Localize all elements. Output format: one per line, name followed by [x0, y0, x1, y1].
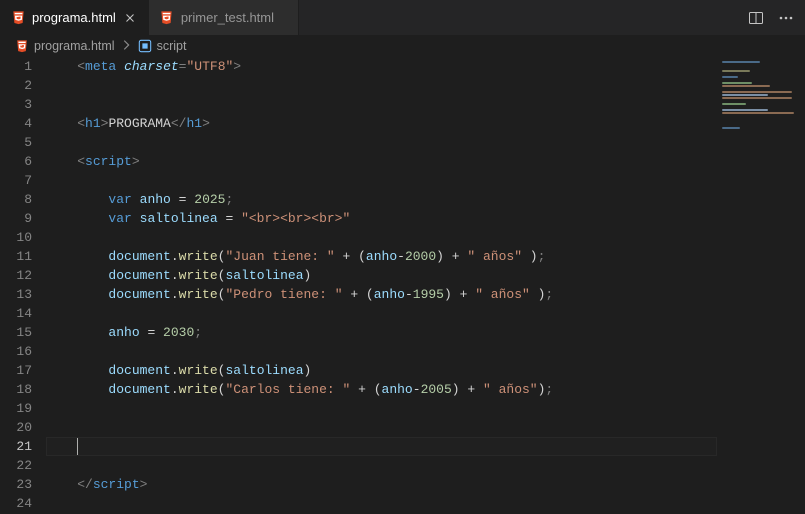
code-line[interactable]: anho = 2030; — [46, 323, 717, 342]
minimap-line — [722, 82, 752, 84]
code-line[interactable] — [46, 133, 717, 152]
code-line[interactable]: <meta charset="UTF8"> — [46, 57, 717, 76]
line-number: 12 — [0, 266, 32, 285]
line-number: 15 — [0, 323, 32, 342]
code-line[interactable]: </script> — [46, 475, 717, 494]
code-line[interactable] — [46, 304, 717, 323]
code-line[interactable]: document.write("Carlos tiene: " + (anho-… — [46, 380, 717, 399]
minimap-line — [722, 97, 792, 99]
line-number: 21 — [0, 437, 32, 456]
code-line[interactable] — [46, 171, 717, 190]
tab-primer_test-html[interactable]: primer_test.html — [149, 0, 299, 35]
html5-icon — [159, 10, 175, 26]
tabbar-actions — [737, 0, 805, 35]
text-cursor — [77, 438, 78, 455]
line-number: 3 — [0, 95, 32, 114]
code-line[interactable] — [46, 399, 717, 418]
code-editor[interactable]: 123456789101112131415161718192021222324 … — [0, 57, 717, 514]
code-line[interactable] — [46, 342, 717, 361]
html5-icon — [10, 10, 26, 26]
editor-area: 123456789101112131415161718192021222324 … — [0, 57, 805, 514]
line-number: 23 — [0, 475, 32, 494]
tab-bar: programa.html primer_test.html — [0, 0, 805, 35]
breadcrumb-file[interactable]: programa.html — [34, 39, 115, 53]
code-line[interactable] — [46, 456, 717, 475]
more-actions-icon[interactable] — [775, 7, 797, 29]
line-number: 19 — [0, 399, 32, 418]
line-number-gutter: 123456789101112131415161718192021222324 — [0, 57, 46, 514]
line-number: 2 — [0, 76, 32, 95]
minimap-line — [722, 112, 794, 114]
code-content[interactable]: <meta charset="UTF8"> <h1>PROGRAMA</h1> … — [46, 57, 717, 514]
line-number: 8 — [0, 190, 32, 209]
line-number: 17 — [0, 361, 32, 380]
line-number: 6 — [0, 152, 32, 171]
chevron-right-icon — [119, 38, 133, 55]
line-number: 11 — [0, 247, 32, 266]
line-number: 10 — [0, 228, 32, 247]
line-number: 4 — [0, 114, 32, 133]
code-line[interactable] — [46, 76, 717, 95]
minimap-line — [722, 94, 768, 96]
tabbar-spacer — [299, 0, 737, 35]
line-number: 20 — [0, 418, 32, 437]
minimap-line — [722, 103, 746, 105]
split-editor-icon[interactable] — [745, 7, 767, 29]
line-number: 18 — [0, 380, 32, 399]
line-number: 1 — [0, 57, 32, 76]
minimap-line — [722, 91, 792, 93]
tab-label: programa.html — [32, 10, 116, 25]
minimap-line — [722, 76, 738, 78]
html5-icon — [14, 38, 30, 54]
line-number: 5 — [0, 133, 32, 152]
code-line[interactable] — [46, 437, 717, 456]
code-line[interactable] — [46, 95, 717, 114]
code-line[interactable] — [46, 228, 717, 247]
code-line[interactable]: document.write("Pedro tiene: " + (anho-1… — [46, 285, 717, 304]
minimap-line — [722, 85, 770, 87]
minimap[interactable] — [717, 57, 805, 514]
code-line[interactable]: <script> — [46, 152, 717, 171]
tab-programa-html[interactable]: programa.html — [0, 0, 149, 35]
line-number: 13 — [0, 285, 32, 304]
line-number: 16 — [0, 342, 32, 361]
line-number: 14 — [0, 304, 32, 323]
minimap-line — [722, 70, 750, 72]
code-line[interactable]: document.write(saltolinea) — [46, 361, 717, 380]
line-number: 24 — [0, 494, 32, 513]
code-line[interactable] — [46, 418, 717, 437]
minimap-line — [722, 109, 768, 111]
line-number: 22 — [0, 456, 32, 475]
breadcrumb-segment[interactable]: script — [157, 39, 187, 53]
code-line[interactable]: document.write("Juan tiene: " + (anho-20… — [46, 247, 717, 266]
close-icon[interactable] — [122, 10, 138, 26]
minimap-line — [722, 127, 740, 129]
code-line[interactable] — [46, 494, 717, 513]
breadcrumb[interactable]: programa.html script — [0, 35, 805, 57]
minimap-line — [722, 61, 760, 63]
tab-label: primer_test.html — [181, 10, 274, 25]
line-number: 7 — [0, 171, 32, 190]
code-line[interactable]: var saltolinea = "<br><br><br>" — [46, 209, 717, 228]
code-line[interactable]: var anho = 2025; — [46, 190, 717, 209]
line-number: 9 — [0, 209, 32, 228]
code-line[interactable]: <h1>PROGRAMA</h1> — [46, 114, 717, 133]
script-block-icon — [137, 38, 153, 54]
code-line[interactable]: document.write(saltolinea) — [46, 266, 717, 285]
